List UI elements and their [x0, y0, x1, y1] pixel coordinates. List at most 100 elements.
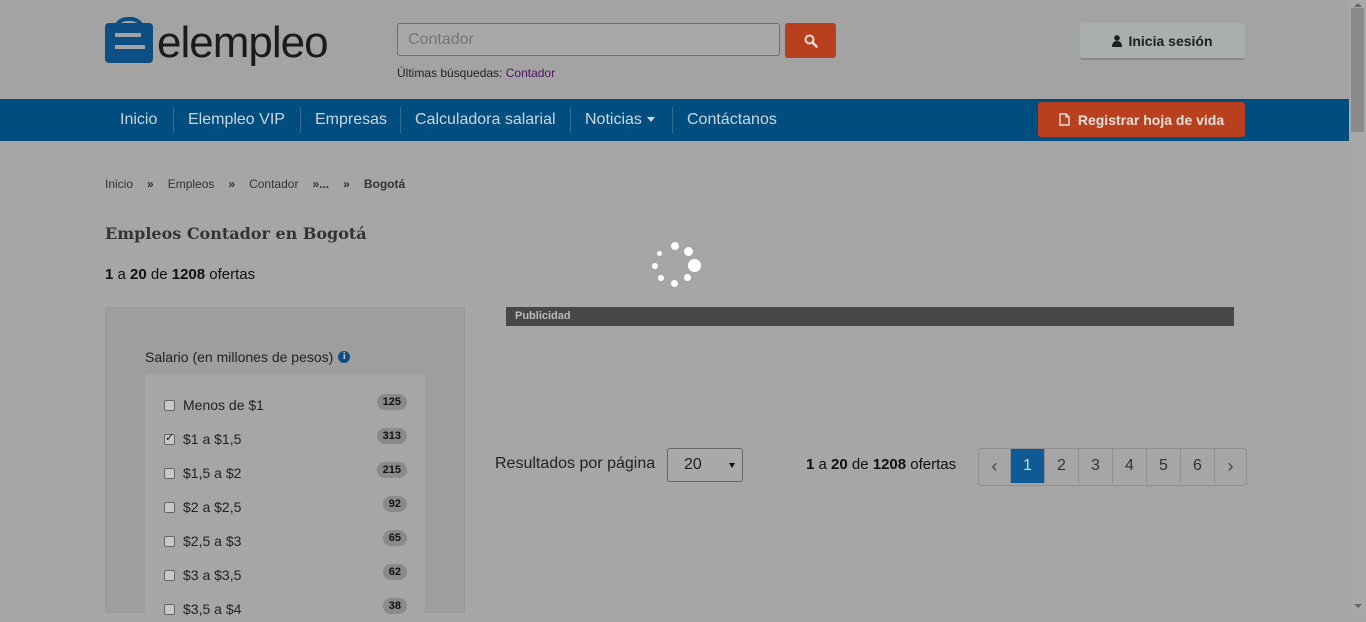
nav-label: Empresas: [315, 111, 388, 128]
info-icon[interactable]: i: [338, 351, 351, 363]
results-per-page-select[interactable]: 20: [667, 448, 743, 482]
count-badge: 313: [376, 428, 407, 444]
login-button[interactable]: Inicia sesión: [1080, 23, 1245, 60]
breadcrumb: Inicio » Empleos » Contador » ... » Bogo…: [105, 177, 405, 191]
loading-spinner-icon: [650, 242, 701, 292]
salary-option[interactable]: $3,5 a $4 38: [145, 598, 425, 622]
breadcrumb-ellipsis[interactable]: ...: [319, 177, 329, 191]
breadcrumb-separator: »: [228, 177, 236, 191]
nav-divider: [173, 107, 174, 133]
count-badge: 125: [376, 394, 407, 410]
nav-label: Elempleo VIP: [188, 111, 285, 128]
checkbox[interactable]: [164, 502, 175, 513]
salary-option[interactable]: $2,5 a $3 65: [145, 530, 425, 554]
nav-divider: [400, 107, 401, 133]
page-button-3[interactable]: 3: [1079, 449, 1113, 483]
count-badge: 38: [382, 598, 407, 614]
search-input[interactable]: [397, 23, 780, 56]
scroll-down-arrow-icon[interactable]: [1354, 604, 1362, 608]
salary-filter-label: Salario (en millones de pesos): [145, 349, 334, 365]
count-text: a: [117, 266, 126, 283]
count-badge: 215: [376, 462, 407, 478]
recent-searches-label: Últimas búsquedas:: [397, 66, 503, 80]
count-total: 1208: [171, 266, 206, 283]
advertising-bar: Publicidad: [506, 307, 1234, 326]
count-badge: 65: [382, 530, 407, 546]
search-icon: [804, 34, 818, 48]
nav-item-inicio[interactable]: Inicio: [120, 99, 157, 141]
salary-option[interactable]: $1 a $1,5 313: [145, 428, 425, 452]
scrollbar-thumb[interactable]: [1351, 8, 1364, 132]
nav-item-calculadora[interactable]: Calculadora salarial: [415, 99, 556, 141]
nav-item-noticias[interactable]: Noticias: [585, 99, 655, 141]
count-text: a: [818, 456, 827, 473]
page-button-4[interactable]: 4: [1113, 449, 1147, 483]
register-label: Registrar hoja de vida: [1077, 111, 1225, 128]
salary-option-label: $2 a $2,5: [183, 499, 242, 515]
nav-label: Noticias: [585, 111, 642, 128]
salary-option[interactable]: $3 a $3,5 62: [145, 564, 425, 588]
checkbox[interactable]: [164, 604, 175, 615]
nav-item-contactanos[interactable]: Contáctanos: [687, 99, 777, 141]
recent-searches: Últimas búsquedas: Contador: [397, 66, 555, 80]
salary-option[interactable]: Menos de $1 125: [145, 394, 425, 418]
nav-item-elempleo-vip[interactable]: Elempleo VIP: [188, 99, 285, 141]
prev-page-button[interactable]: ‹: [979, 449, 1011, 483]
nav-label: Contáctanos: [687, 111, 777, 128]
salary-option-label: $1,5 a $2: [183, 465, 242, 481]
salary-filter-list: Menos de $1 125 $1 a $1,5 313 $1,5 a $2 …: [145, 374, 425, 617]
search-button[interactable]: [785, 23, 836, 58]
salary-filter-title: Salario (en millones de pesos) i: [145, 349, 351, 365]
checkbox-checked[interactable]: [164, 431, 175, 445]
count-badge: 92: [382, 496, 407, 512]
results-per-page-label: Resultados por página: [495, 455, 656, 472]
results-count: 1 a 20 de 1208 ofertas: [105, 266, 255, 283]
breadcrumb-separator: »: [312, 177, 320, 191]
breadcrumb-item[interactable]: Empleos: [168, 177, 215, 191]
recent-search-link[interactable]: Contador: [506, 66, 555, 80]
document-icon: [1059, 113, 1070, 126]
login-label: Inicia sesión: [1128, 32, 1213, 49]
count-badge: 62: [382, 564, 407, 580]
nav-divider: [300, 107, 301, 133]
checkbox[interactable]: [164, 536, 175, 547]
count-total: 1208: [872, 456, 907, 473]
count-text: ofertas: [209, 266, 256, 283]
scroll-up-arrow-icon[interactable]: [1354, 3, 1362, 7]
nav-label: Calculadora salarial: [415, 111, 556, 128]
page-button-1[interactable]: 1: [1011, 449, 1045, 483]
checkbox[interactable]: [164, 468, 175, 479]
briefcase-logo-icon: [105, 17, 153, 63]
breadcrumb-item[interactable]: Contador: [249, 177, 298, 191]
checkbox[interactable]: [164, 400, 175, 411]
salary-option[interactable]: $1,5 a $2 215: [145, 462, 425, 486]
checkbox[interactable]: [164, 570, 175, 581]
nav-item-empresas[interactable]: Empresas: [315, 99, 387, 141]
next-page-button[interactable]: ›: [1215, 449, 1246, 483]
page-button-2[interactable]: 2: [1045, 449, 1079, 483]
nav-divider: [570, 107, 571, 133]
page-button-5[interactable]: 5: [1147, 449, 1181, 483]
register-cv-button[interactable]: Registrar hoja de vida: [1038, 102, 1245, 137]
breadcrumb-item[interactable]: Inicio: [105, 177, 133, 191]
dropdown-arrow-icon: [729, 463, 735, 468]
count-text: de: [851, 456, 869, 473]
salary-option-label: $1 a $1,5: [183, 431, 242, 447]
caret-down-icon: [646, 117, 655, 123]
count-text: ofertas: [910, 456, 957, 473]
logo-text: elempleo: [157, 18, 329, 67]
nav-divider: [672, 107, 673, 133]
count-from: 1: [806, 456, 815, 473]
salary-option[interactable]: $2 a $2,5 92: [145, 496, 425, 520]
pagination: ‹ 1 2 3 4 5 6 ›: [978, 448, 1247, 486]
salary-option-label: $3 a $3,5: [183, 567, 242, 583]
breadcrumb-separator: »: [147, 177, 154, 191]
breadcrumb-current: Bogotá: [363, 177, 406, 191]
breadcrumb-separator: »: [343, 177, 350, 191]
page-button-6[interactable]: 6: [1181, 449, 1215, 483]
page-scrollbar[interactable]: [1349, 0, 1366, 613]
count-to: 20: [831, 456, 848, 473]
salary-option-label: $3,5 a $4: [183, 601, 242, 617]
elempleo-logo[interactable]: elempleo: [105, 17, 329, 69]
salary-option-label: $2,5 a $3: [183, 533, 242, 549]
